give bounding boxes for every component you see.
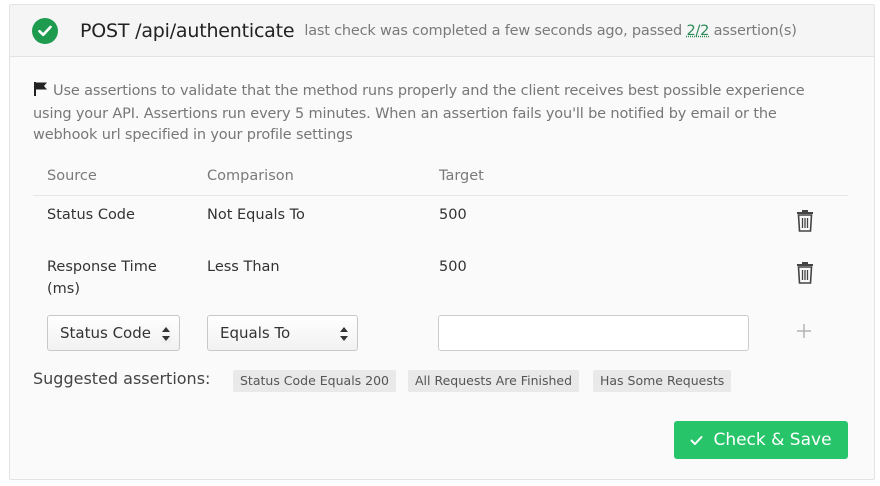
check-and-save-label: Check & Save — [713, 430, 832, 450]
delete-assertion-1-trash-icon[interactable] — [795, 210, 815, 232]
source-select[interactable]: Status Code — [47, 315, 180, 351]
check-circle-icon — [32, 17, 58, 44]
suggestion-chip-all-requests-finished[interactable]: All Requests Are Finished — [408, 370, 580, 392]
suggested-assertions-label: Suggested assertions: — [33, 369, 211, 388]
last-check-status: last check was completed a few seconds a… — [304, 22, 797, 39]
source-select-value: Status Code — [60, 324, 151, 342]
status-prefix: last check was completed a few seconds a… — [304, 22, 683, 39]
updown-arrows-icon — [339, 325, 349, 343]
delete-assertion-2-trash-icon[interactable] — [795, 262, 815, 284]
comparison-select-value: Equals To — [220, 324, 291, 342]
assertion-2-comparison: Less Than — [207, 259, 280, 275]
comparison-select[interactable]: Equals To — [207, 315, 358, 351]
status-suffix: assertion(s) — [713, 22, 797, 39]
check-and-save-button[interactable]: Check & Save — [674, 421, 848, 459]
assertion-1-target: 500 — [439, 207, 467, 223]
assertions-description: Use assertions to validate that the meth… — [33, 81, 823, 146]
updown-arrows-icon — [161, 325, 171, 343]
assertion-1-comparison: Not Equals To — [207, 207, 305, 223]
suggestion-chip-status-code[interactable]: Status Code Equals 200 — [233, 370, 397, 392]
endpoint-header: POST /api/authenticate last check was co… — [10, 5, 874, 57]
assertion-1-source: Status Code — [47, 207, 135, 223]
assertion-2-source: Response Time (ms) — [47, 259, 157, 297]
column-header-comparison: Comparison — [207, 168, 294, 184]
column-header-target: Target — [439, 168, 484, 184]
checkmark-icon — [690, 435, 703, 445]
header-divider — [33, 195, 848, 196]
endpoint-title: POST /api/authenticate — [80, 19, 295, 42]
assertion-2-target: 500 — [439, 259, 467, 275]
flag-icon — [33, 81, 49, 104]
description-text: Use assertions to validate that the meth… — [33, 83, 805, 143]
target-value-input[interactable] — [438, 315, 749, 351]
suggestion-chip-has-some-requests[interactable]: Has Some Requests — [593, 370, 732, 392]
column-header-source: Source — [47, 168, 97, 184]
assertions-panel: POST /api/authenticate last check was co… — [9, 4, 875, 480]
passed-count-link[interactable]: 2/2 — [686, 23, 709, 39]
add-assertion-plus-icon[interactable] — [796, 323, 812, 339]
